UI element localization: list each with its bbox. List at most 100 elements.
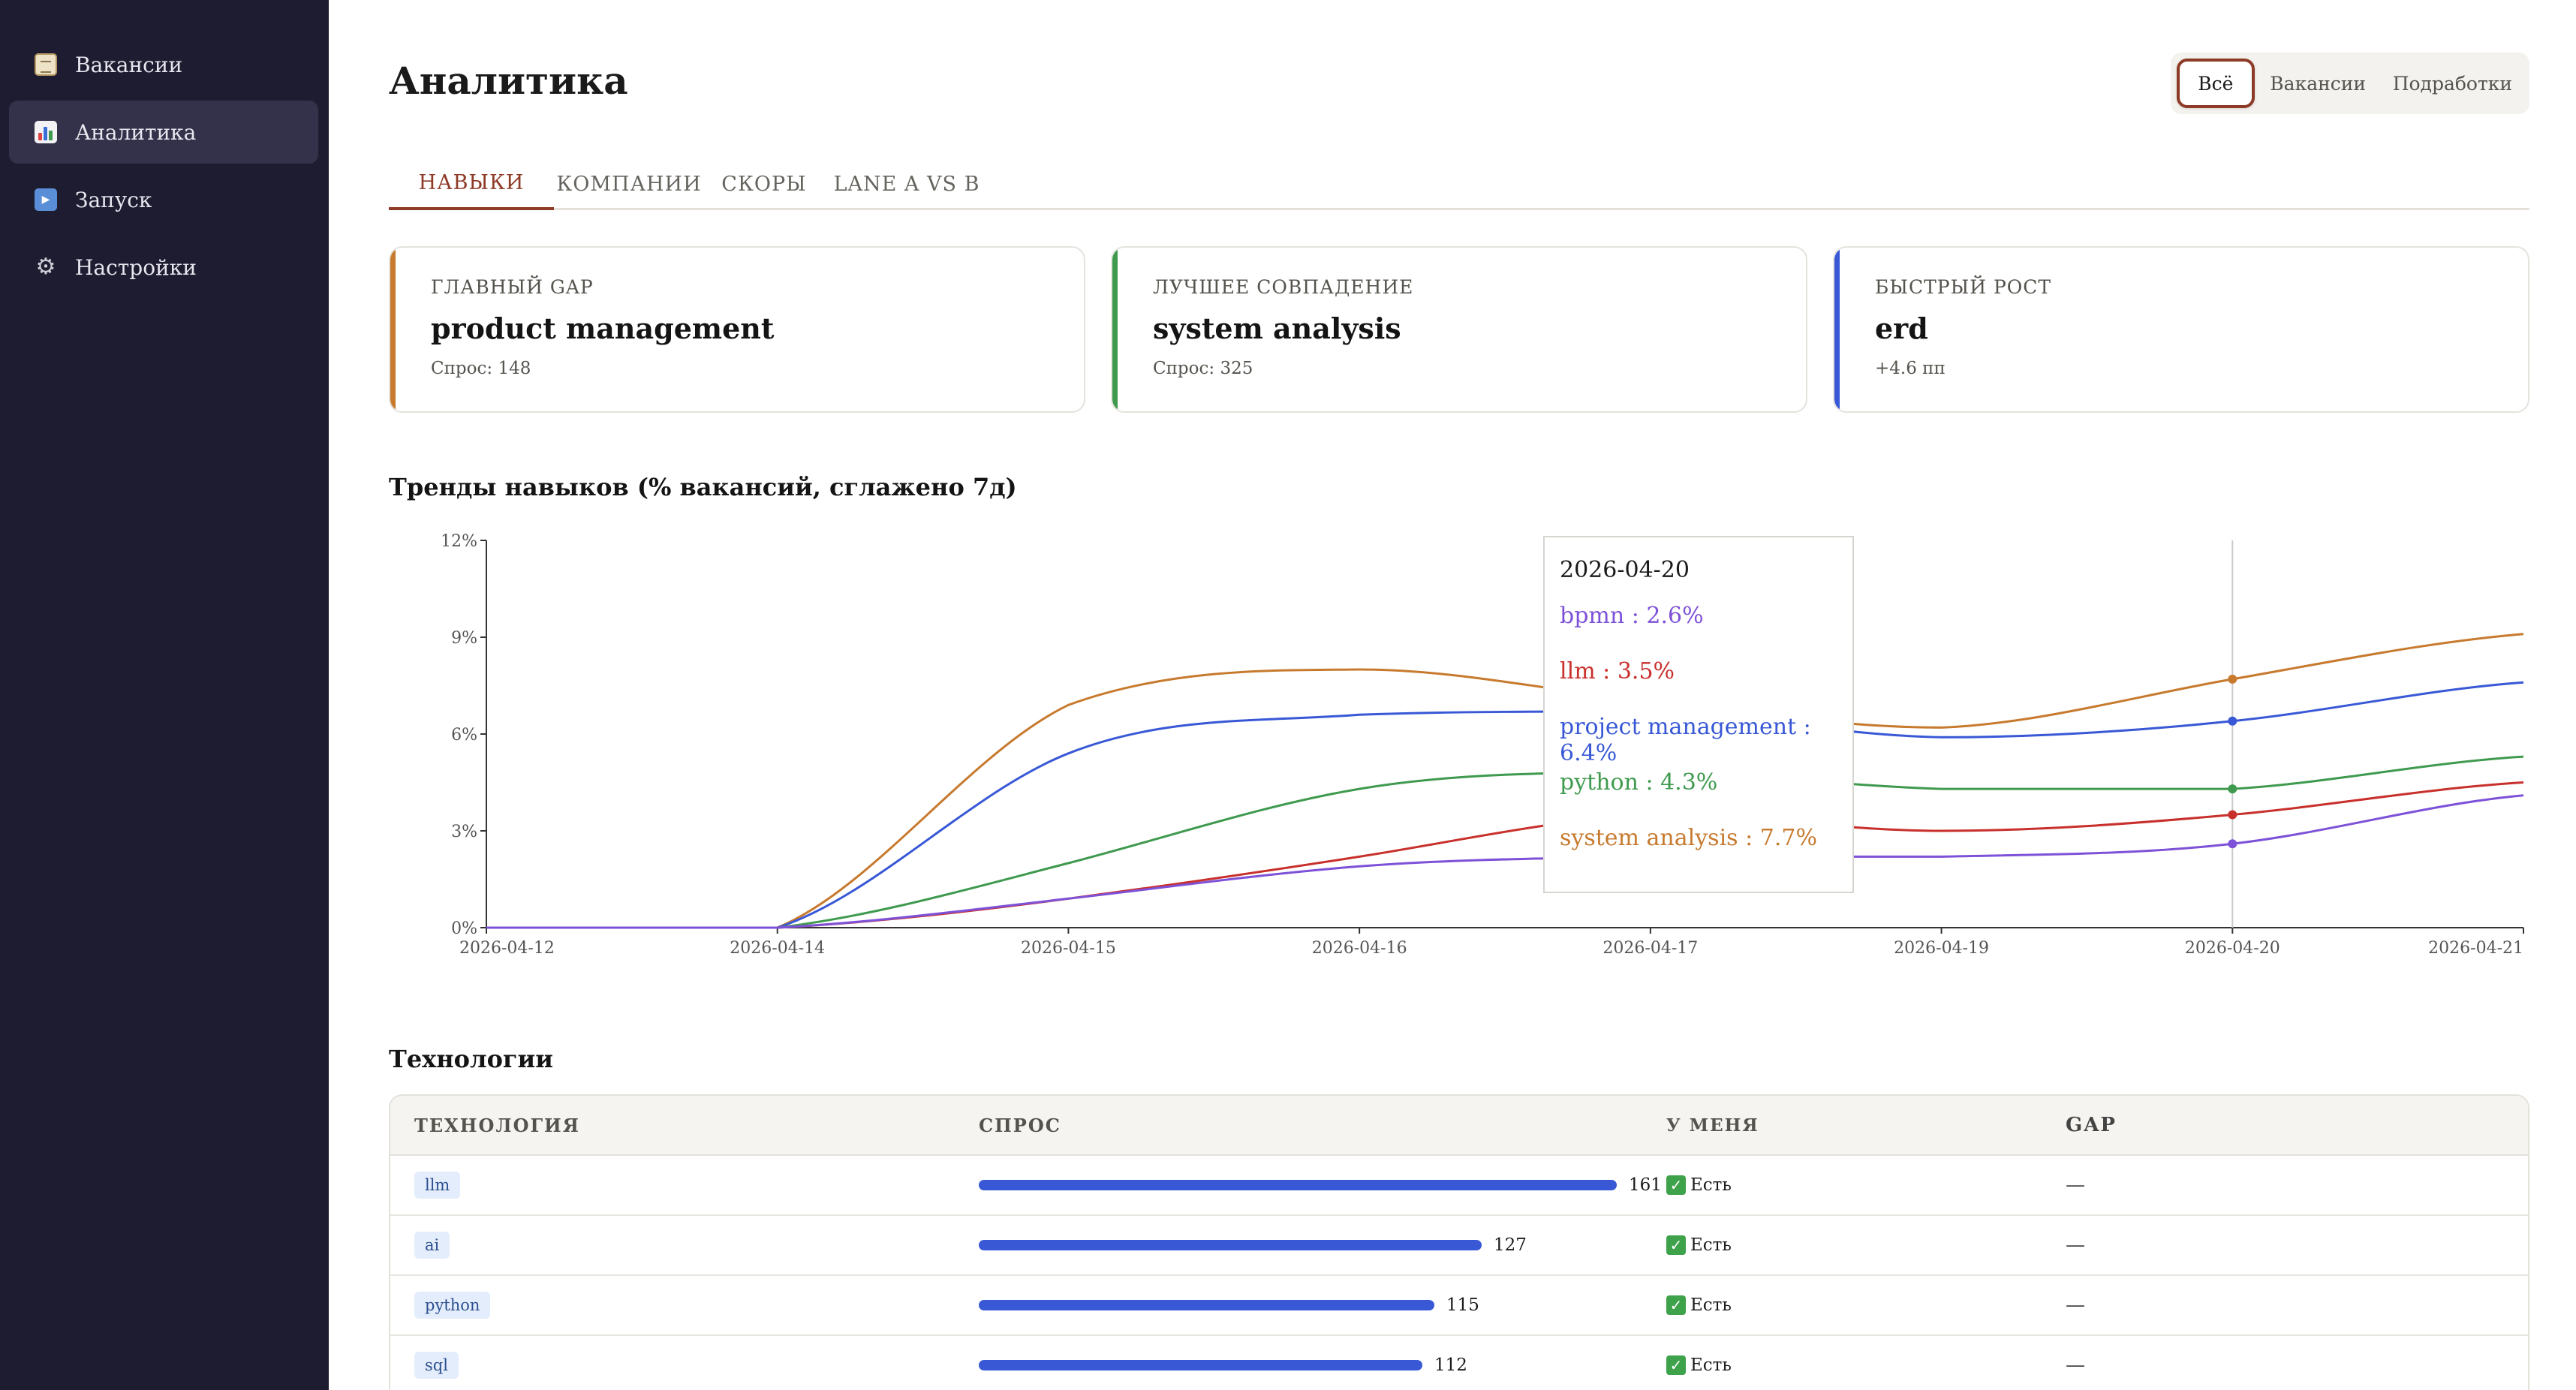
- demand-value: 112: [1434, 1355, 1467, 1375]
- table-row[interactable]: python 115 ✓ Есть —: [390, 1276, 2528, 1336]
- source-filter: Всё Вакансии Подработки: [2171, 53, 2529, 114]
- sidebar-item-vacancies[interactable]: Вакансии: [9, 33, 318, 96]
- x-tick-label: 2026-04-15: [1021, 939, 1116, 958]
- demand-value: 127: [1494, 1235, 1527, 1255]
- demand-value: 115: [1446, 1295, 1479, 1315]
- filter-side-jobs-button[interactable]: Подработки: [2382, 59, 2523, 108]
- tech-cell: llm: [390, 1172, 979, 1199]
- play-icon: ▶: [35, 188, 57, 211]
- check-icon: ✓: [1666, 1355, 1686, 1375]
- table-row[interactable]: llm 161 ✓ Есть —: [390, 1156, 2528, 1216]
- tab-skills[interactable]: НАВЫКИ: [389, 158, 554, 210]
- sidebar-item-analytics[interactable]: Аналитика: [9, 101, 318, 164]
- sidebar-item-label: Запуск: [75, 187, 152, 212]
- gear-icon: ⚙: [35, 254, 56, 280]
- analytics-tabs: НАВЫКИ КОМПАНИИ СКОРЫ LANE A VS B: [389, 158, 2529, 210]
- card-value: erd: [1875, 311, 1928, 345]
- tooltip-row: system analysis : 7.7%: [1560, 825, 1817, 851]
- x-tick-label: 2026-04-17: [1602, 939, 1698, 958]
- x-tick-label: 2026-04-12: [459, 939, 555, 958]
- tech-tag[interactable]: python: [414, 1292, 491, 1319]
- demand-bar: [979, 1240, 1482, 1250]
- filter-vacancies-button[interactable]: Вакансии: [2255, 59, 2382, 108]
- col-gap[interactable]: GAP: [2066, 1114, 2441, 1136]
- x-tick-label: 2026-04-14: [730, 939, 825, 958]
- col-demand[interactable]: СПРОС: [979, 1115, 1666, 1136]
- tech-title: Технологии: [389, 1045, 553, 1073]
- x-tick-label: 2026-04-19: [1894, 939, 1989, 958]
- tab-companies[interactable]: КОМПАНИИ: [554, 158, 704, 210]
- tooltip-date: 2026-04-20: [1560, 557, 1690, 583]
- card-label: ГЛАВНЫЙ GAP: [431, 276, 594, 298]
- sidebar-item-label: Вакансии: [75, 52, 183, 77]
- tooltip-row: bpmn : 2.6%: [1560, 603, 1704, 629]
- x-tick-label: 2026-04-21: [2428, 939, 2523, 958]
- series-line-system-analysis: [486, 633, 2524, 929]
- page-title: Аналитика: [389, 59, 628, 103]
- tooltip-row: python : 4.3%: [1560, 769, 1718, 796]
- sidebar-item-settings[interactable]: ⚙ Настройки: [9, 236, 318, 299]
- sidebar-item-label: Аналитика: [75, 119, 197, 145]
- check-icon: ✓: [1666, 1295, 1686, 1315]
- demand-cell: 127: [979, 1235, 1666, 1255]
- y-tick-label: 6%: [451, 726, 477, 745]
- tech-tag[interactable]: sql: [414, 1352, 459, 1379]
- series-line-project-management: [486, 681, 2524, 929]
- col-have[interactable]: У МЕНЯ: [1666, 1115, 2066, 1136]
- x-tick-label: 2026-04-16: [1312, 939, 1407, 958]
- tech-tag[interactable]: llm: [414, 1172, 461, 1199]
- series-point-llm: [2228, 810, 2237, 820]
- bar-chart-icon: [35, 121, 57, 143]
- card-best-match: ЛУЧШЕЕ СОВПАДЕНИЕ system analysis Спрос:…: [1111, 246, 1807, 413]
- have-cell: ✓ Есть: [1666, 1355, 2066, 1375]
- skills-trend-chart: 0% 3% 6% 9% 12% 2026-04-12 2026-04-14 2026-04-1…: [389, 525, 2529, 976]
- check-icon: ✓: [1666, 1235, 1686, 1255]
- have-label: Есть: [1690, 1175, 1732, 1195]
- tooltip-row: project management : 6.4%: [1560, 714, 1811, 766]
- series-point-bpmn: [2228, 839, 2237, 849]
- demand-value: 161: [1629, 1175, 1662, 1195]
- have-label: Есть: [1690, 1235, 1732, 1255]
- card-label: ЛУЧШЕЕ СОВПАДЕНИЕ: [1153, 276, 1414, 298]
- demand-cell: 161: [979, 1175, 1666, 1195]
- y-tick-label: 3%: [451, 823, 477, 841]
- demand-bar: [979, 1360, 1422, 1370]
- series-line-llm: [486, 781, 2524, 929]
- series-point-system-analysis: [2228, 674, 2237, 684]
- card-top-gap: ГЛАВНЫЙ GAP product management Спрос: 14…: [389, 246, 1085, 413]
- card-value: system analysis: [1153, 311, 1401, 345]
- demand-cell: 115: [979, 1295, 1666, 1315]
- demand-bar: [979, 1300, 1434, 1310]
- tab-scores[interactable]: СКОРЫ: [704, 158, 824, 210]
- series-point-python: [2228, 784, 2237, 794]
- gap-cell: —: [2066, 1354, 2085, 1376]
- card-sub: +4.6 пп: [1875, 359, 1946, 378]
- table-row[interactable]: ai 127 ✓ Есть —: [390, 1216, 2528, 1276]
- tooltip-row: llm : 3.5%: [1560, 658, 1675, 684]
- x-tick-label: 2026-04-20: [2185, 939, 2280, 958]
- tab-lane-a-vs-b[interactable]: LANE A VS B: [824, 158, 989, 210]
- col-technology[interactable]: ТЕХНОЛОГИЯ: [390, 1115, 979, 1136]
- table-row[interactable]: sql 112 ✓ Есть —: [390, 1336, 2528, 1390]
- tech-cell: python: [390, 1292, 979, 1319]
- trends-title: Тренды навыков (% вакансий, сглажено 7д): [389, 473, 1017, 501]
- table-header: ТЕХНОЛОГИЯ СПРОС У МЕНЯ GAP: [390, 1096, 2528, 1156]
- tech-tag[interactable]: ai: [414, 1232, 450, 1259]
- sidebar-item-launch[interactable]: ▶ Запуск: [9, 168, 318, 231]
- series-line-python: [486, 755, 2524, 929]
- chart-svg: 0% 3% 6% 9% 12% 2026-04-12 2026-04-14 2026-04-1…: [441, 532, 2524, 958]
- sidebar-item-label: Настройки: [75, 254, 197, 280]
- have-cell: ✓ Есть: [1666, 1235, 2066, 1255]
- y-tick-label: 9%: [451, 629, 477, 648]
- card-sub: Спрос: 148: [431, 359, 531, 378]
- have-label: Есть: [1690, 1295, 1732, 1315]
- have-cell: ✓ Есть: [1666, 1295, 2066, 1315]
- y-tick-label: 0%: [451, 919, 477, 938]
- clipboard-icon: [35, 53, 57, 76]
- gap-cell: —: [2066, 1234, 2085, 1256]
- gap-cell: —: [2066, 1294, 2085, 1316]
- demand-bar: [979, 1180, 1617, 1190]
- tech-table: ТЕХНОЛОГИЯ СПРОС У МЕНЯ GAP llm 161 ✓ Есть —…: [389, 1094, 2529, 1390]
- filter-all-button[interactable]: Всё: [2177, 59, 2255, 108]
- series-point-project-management: [2228, 716, 2237, 726]
